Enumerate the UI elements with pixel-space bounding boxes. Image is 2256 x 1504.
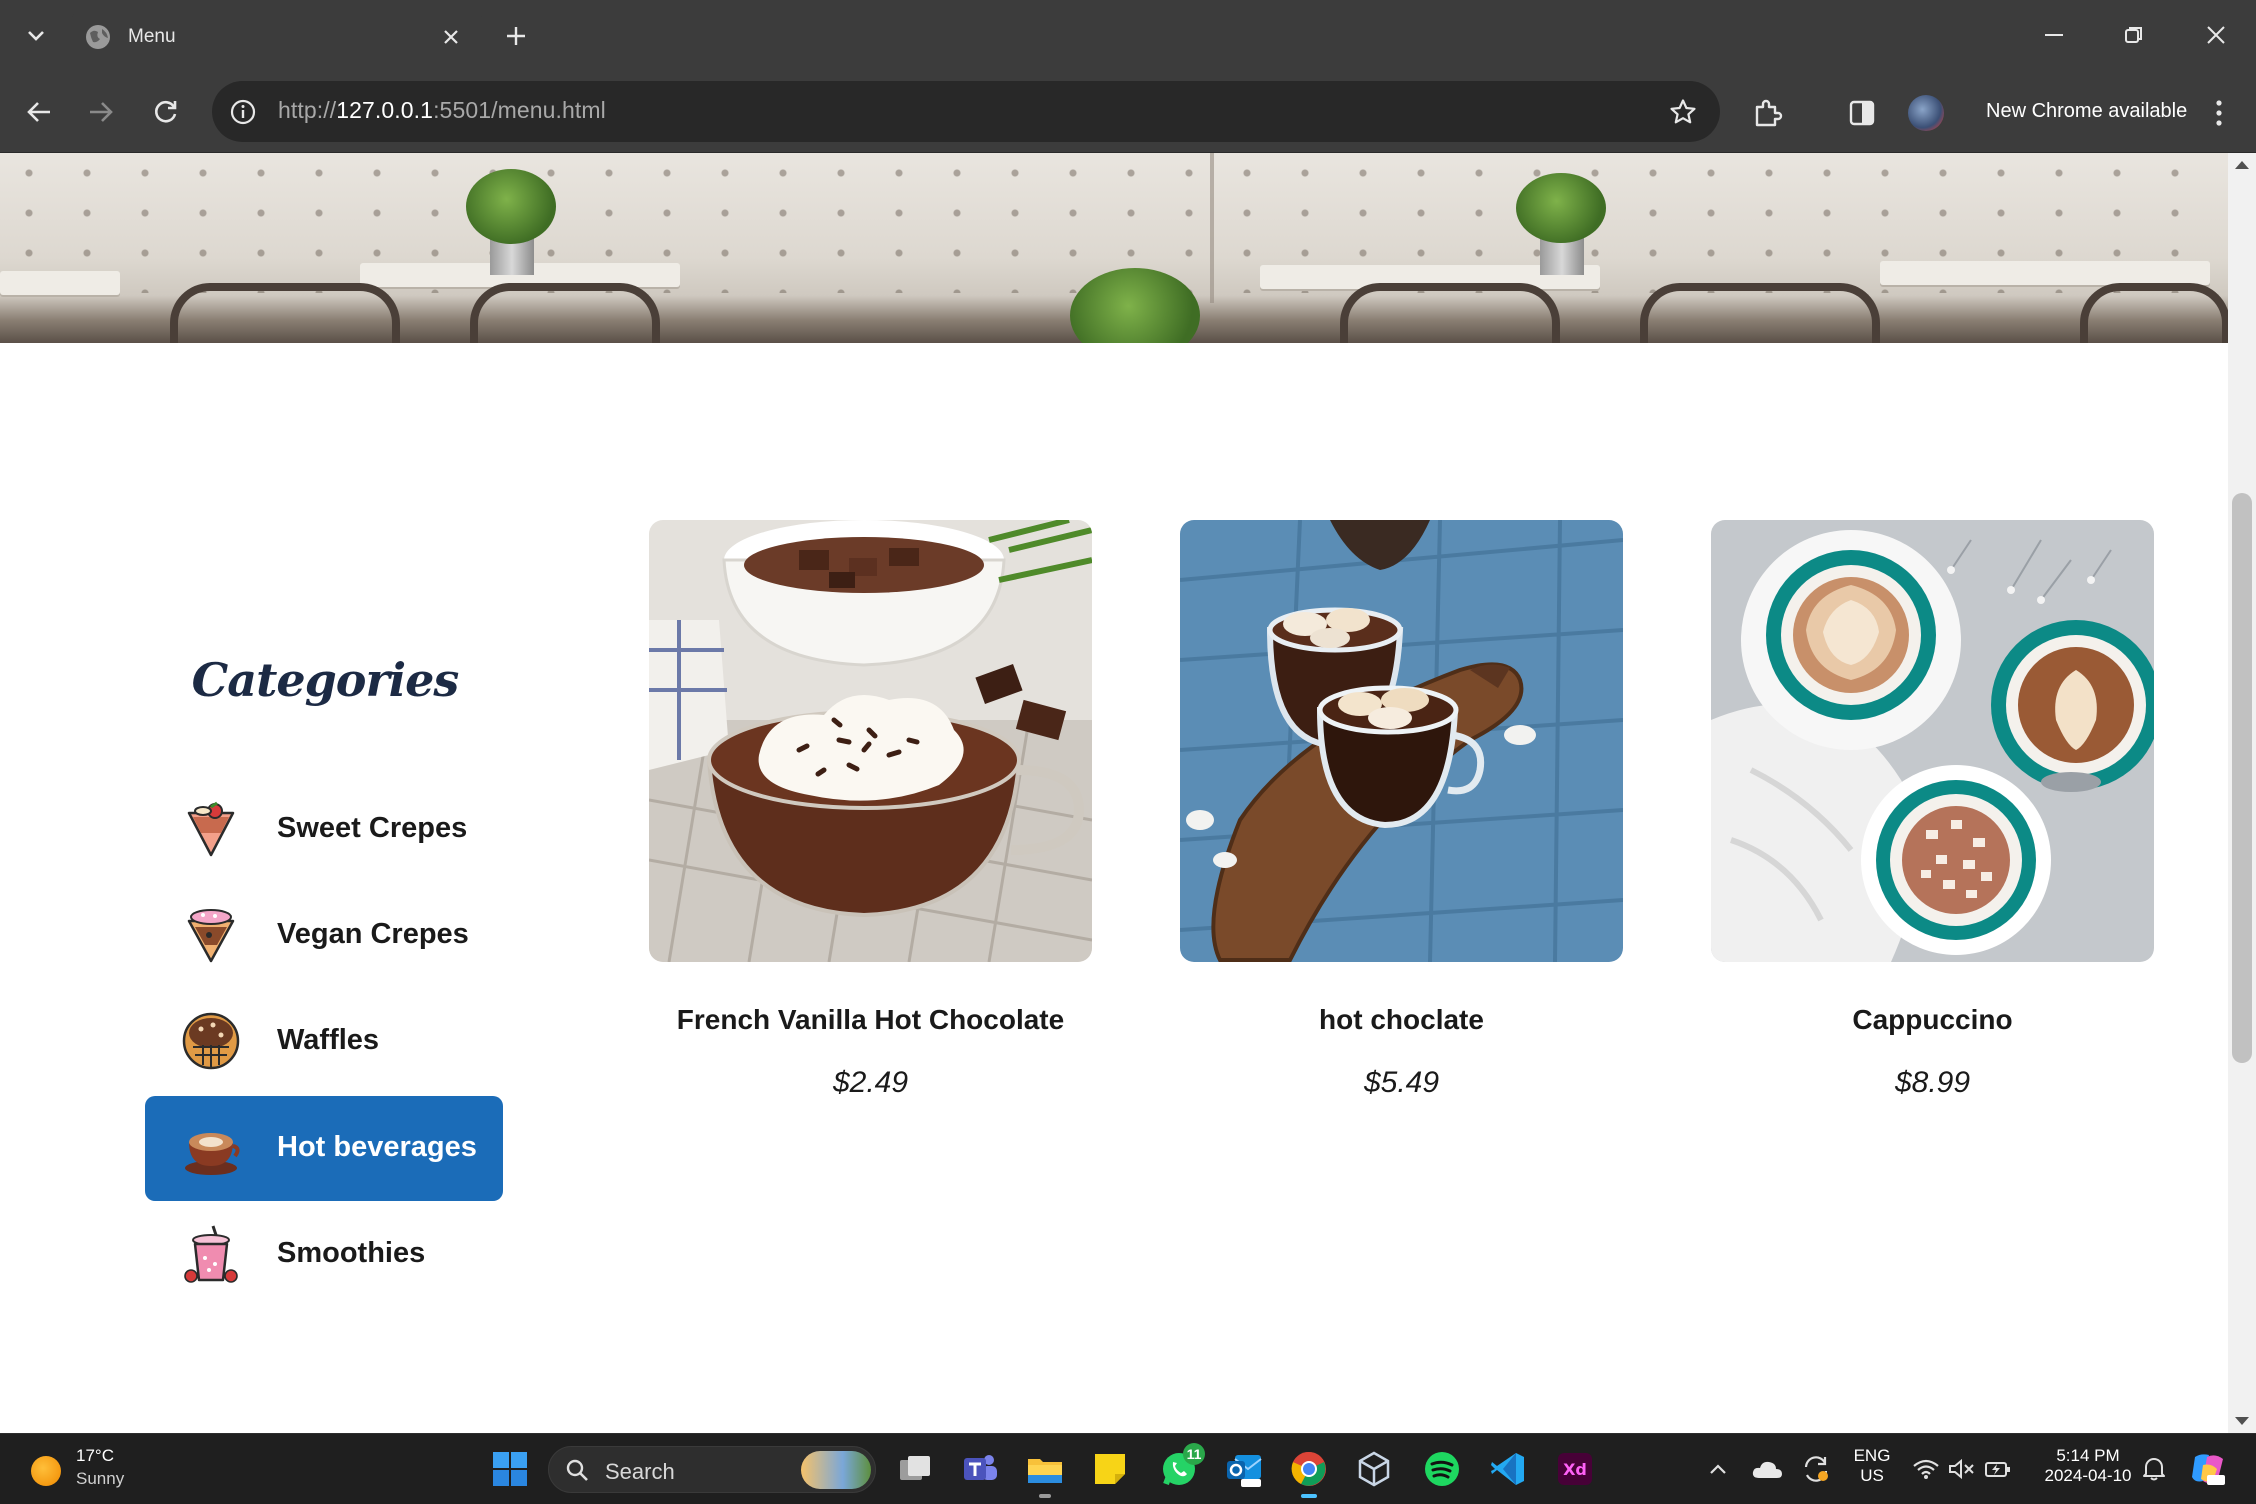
whatsapp-unread-badge: 11: [1183, 1443, 1205, 1465]
browser-toolbar: http://127.0.0.1:5501/menu.html New Chro…: [0, 71, 2256, 153]
profile-avatar[interactable]: [1908, 95, 1944, 131]
restore-icon[interactable]: [2104, 10, 2164, 60]
taskbar-search[interactable]: Search: [548, 1446, 876, 1493]
product-name: Cappuccino: [1852, 1004, 2013, 1035]
category-label: Hot beverages: [277, 1131, 477, 1163]
category-vegan-crepes[interactable]: Vegan Crepes: [145, 883, 503, 988]
back-arrow-icon[interactable]: [14, 87, 64, 137]
categories-heading: Categories: [191, 653, 460, 707]
whatsapp-icon[interactable]: 11: [1157, 1443, 1205, 1491]
notification-bell-icon[interactable]: [2134, 1447, 2174, 1491]
update-chrome-label[interactable]: New Chrome available: [1986, 100, 2187, 123]
adobe-xd-icon[interactable]: Xd: [1553, 1447, 1597, 1491]
category-smoothies[interactable]: Smoothies: [145, 1202, 503, 1307]
scroll-up-arrow-icon[interactable]: [2235, 161, 2249, 169]
wifi-icon[interactable]: [1906, 1447, 1946, 1491]
url-host: 127.0.0.1: [336, 97, 434, 123]
tab-menu[interactable]: Menu: [72, 8, 482, 71]
scroll-thumb[interactable]: [2232, 493, 2252, 1063]
clock-time: 5:14 PM: [2056, 1446, 2120, 1465]
product-name: hot choclate: [1319, 1004, 1484, 1035]
sun-weather-icon[interactable]: [31, 1456, 61, 1486]
battery-charging-icon[interactable]: [1978, 1447, 2018, 1491]
url-text[interactable]: http://127.0.0.1:5501/menu.html: [278, 97, 606, 124]
scroll-down-arrow-icon[interactable]: [2235, 1417, 2249, 1425]
search-icon: [565, 1458, 589, 1482]
new-tab-plus-icon[interactable]: [498, 18, 534, 54]
address-bar[interactable]: http://127.0.0.1:5501/menu.html: [212, 81, 1720, 142]
cappuccino-cups-image[interactable]: [1711, 520, 2154, 962]
show-hidden-icons-chevron-icon[interactable]: [1696, 1447, 1740, 1491]
copilot-icon[interactable]: [2186, 1447, 2230, 1491]
hero-banner-image: [0, 153, 2228, 343]
category-waffles[interactable]: Waffles: [145, 989, 503, 1094]
virtualbox-icon[interactable]: [1352, 1447, 1396, 1491]
extensions-puzzle-icon[interactable]: [1748, 93, 1788, 133]
speaker-muted-icon[interactable]: [1942, 1447, 1982, 1491]
hot-chocolate-whipped-cream-image[interactable]: [649, 520, 1092, 962]
vscode-icon[interactable]: [1486, 1447, 1530, 1491]
tab-close-icon[interactable]: [436, 22, 466, 52]
clock[interactable]: 5:14 PM 2024-04-10: [2028, 1446, 2148, 1486]
spotify-icon[interactable]: [1420, 1447, 1464, 1491]
svg-text:Xd: Xd: [1563, 1460, 1587, 1479]
file-explorer-icon[interactable]: [1023, 1447, 1067, 1498]
weather-condition[interactable]: Sunny: [76, 1469, 124, 1489]
more-menu-icon[interactable]: [2206, 95, 2232, 131]
product-price: $2.49: [832, 1066, 909, 1099]
task-view-icon[interactable]: [893, 1447, 937, 1491]
category-sweet-crepes[interactable]: Sweet Crepes: [145, 777, 503, 882]
search-highlight-image: [801, 1451, 871, 1489]
clock-date: 2024-04-10: [2044, 1466, 2132, 1485]
globe-icon: [84, 23, 112, 51]
vegan-crepe-icon: [181, 905, 241, 965]
reload-icon[interactable]: [141, 87, 191, 137]
page-viewport: Categories Sweet Crepes Vegan Crepes Waf…: [0, 153, 2256, 1433]
smoothie-icon: [181, 1224, 241, 1284]
minimize-icon[interactable]: [2024, 10, 2084, 60]
chrome-active-indicator: [1301, 1494, 1317, 1498]
category-hot-beverages[interactable]: Hot beverages: [145, 1096, 503, 1201]
product-name: French Vanilla Hot Chocolate: [676, 1004, 1065, 1035]
sticky-notes-icon[interactable]: [1088, 1447, 1132, 1491]
site-info-icon[interactable]: [226, 95, 260, 129]
keyboard-region: US: [1860, 1466, 1884, 1485]
page-scrollbar[interactable]: [2228, 153, 2256, 1433]
chrome-icon[interactable]: [1287, 1447, 1331, 1498]
category-label: Waffles: [277, 1024, 380, 1056]
product-price: $8.99: [1894, 1066, 1971, 1099]
url-scheme: http://: [278, 97, 337, 123]
side-panel-icon[interactable]: [1842, 93, 1882, 133]
product-card[interactable]: Cappuccino $8.99: [1711, 520, 2154, 1100]
windows-taskbar: 17°C Sunny Search 11 Xd ENG US 5:14 PM 2…: [0, 1433, 2256, 1504]
onedrive-cloud-icon[interactable]: [1745, 1447, 1789, 1491]
crepe-icon: [181, 799, 241, 859]
hot-chocolate-marshmallow-image[interactable]: [1180, 520, 1623, 962]
product-card[interactable]: hot choclate $5.49: [1180, 520, 1623, 1100]
url-path: :5501/menu.html: [433, 97, 606, 123]
close-window-icon[interactable]: [2186, 10, 2246, 60]
bookmark-star-icon[interactable]: [1666, 95, 1700, 129]
search-label: Search: [605, 1459, 675, 1484]
category-label: Smoothies: [277, 1237, 426, 1269]
browser-tabstrip: Menu: [0, 0, 2256, 71]
tab-title: Menu: [128, 26, 176, 47]
windows-start-icon[interactable]: [488, 1447, 532, 1491]
weather-temperature[interactable]: 17°C: [76, 1446, 114, 1466]
product-price: $5.49: [1363, 1066, 1440, 1099]
sync-icon[interactable]: [1794, 1447, 1838, 1491]
outlook-new-icon[interactable]: [1222, 1447, 1266, 1491]
forward-arrow-icon[interactable]: [76, 87, 126, 137]
tab-search-chevron-icon[interactable]: [18, 18, 54, 54]
category-label: Vegan Crepes: [277, 918, 469, 950]
language-code: ENG: [1853, 1446, 1891, 1465]
hot-beverage-icon: [181, 1118, 241, 1178]
language-indicator[interactable]: ENG US: [1852, 1446, 1892, 1486]
category-label: Sweet Crepes: [277, 812, 468, 844]
product-card[interactable]: French Vanilla Hot Chocolate $2.49: [649, 520, 1092, 1100]
teams-icon[interactable]: [958, 1447, 1002, 1491]
waffle-icon: [181, 1011, 241, 1071]
